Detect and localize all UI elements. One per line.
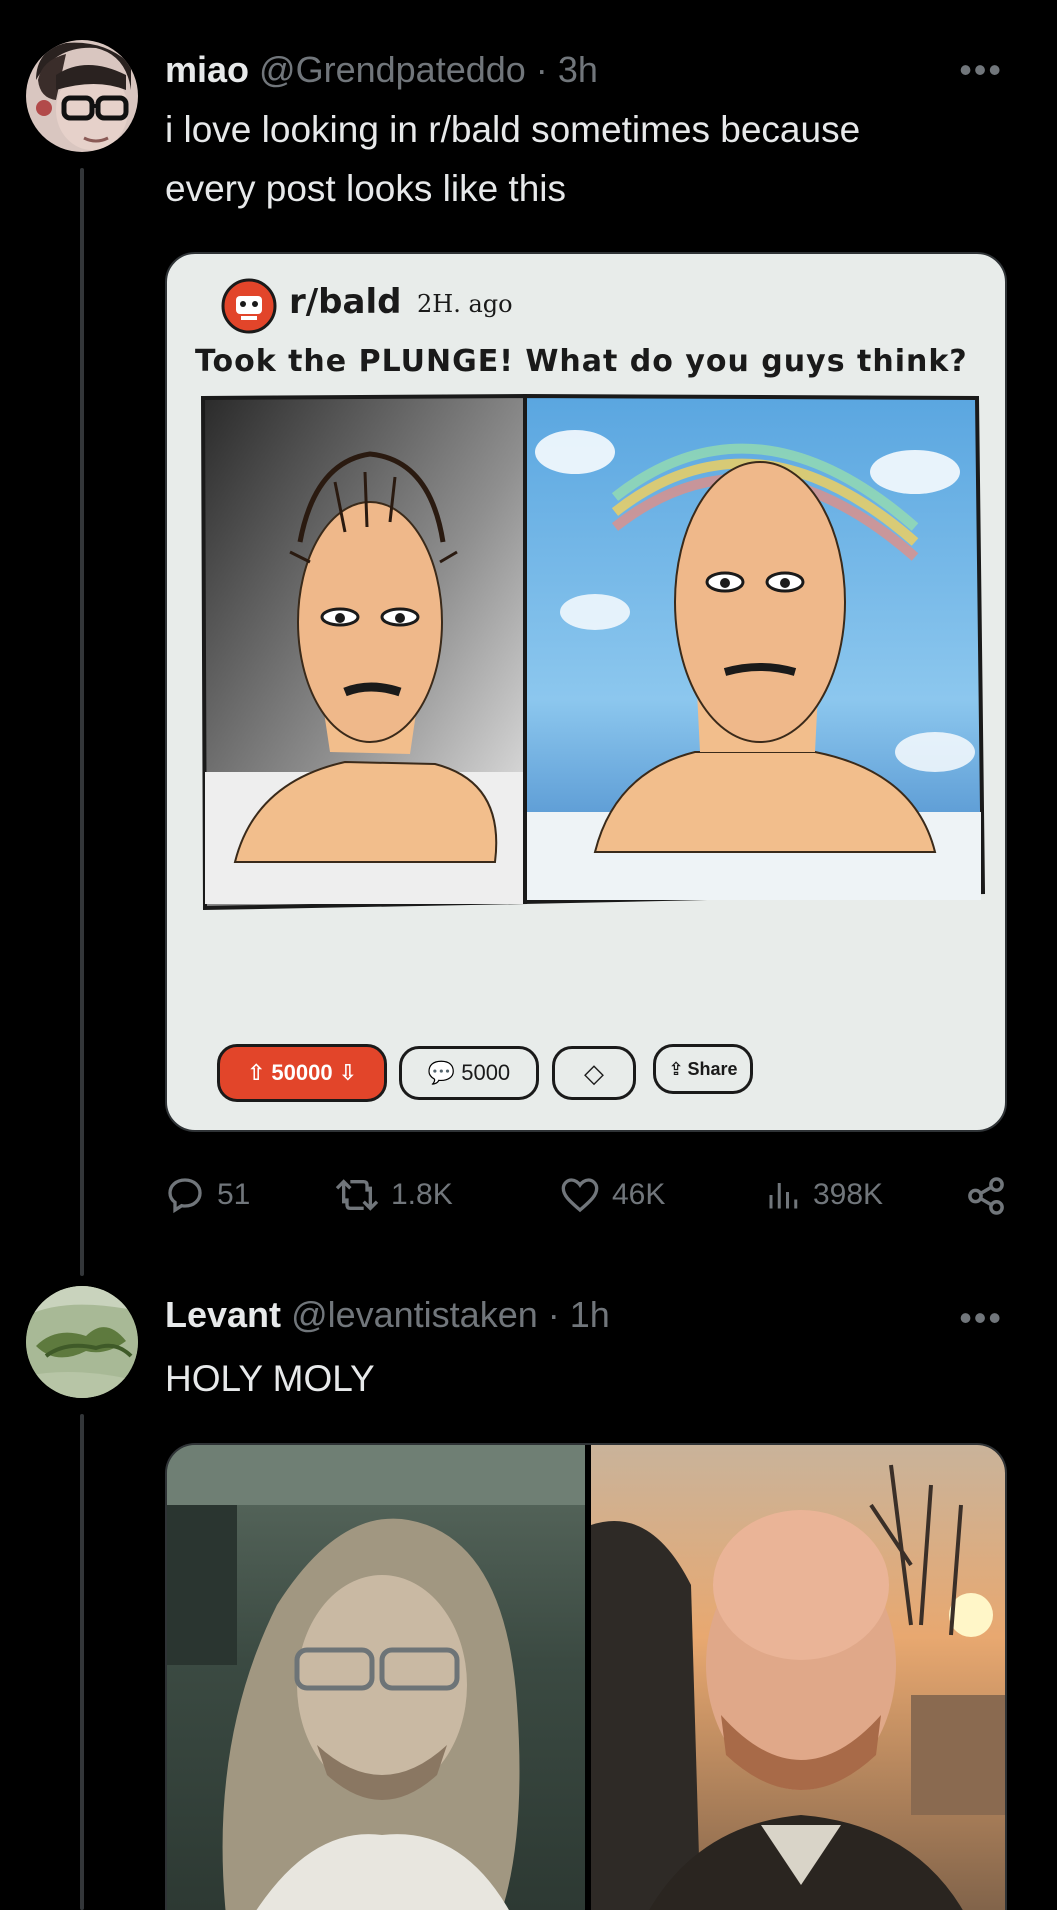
views-button[interactable]: 398K: [765, 1175, 883, 1215]
tweet-action-bar: 51 1.8K 46K 398K: [165, 1175, 1007, 1225]
reply-button[interactable]: 51: [165, 1175, 250, 1215]
comic-vote-button: ⇧ 50000 ⇩: [217, 1044, 387, 1102]
comic-award-button: ◇: [552, 1046, 636, 1100]
retweet-button[interactable]: 1.8K: [335, 1175, 453, 1215]
author-handle[interactable]: @Grendpateddo: [259, 49, 526, 90]
share-arrow-icon: ⇪: [668, 1058, 684, 1079]
tweet-image-comic[interactable]: r/bald 2H. ago Took the PLUNGE! What do …: [165, 252, 1007, 1132]
comment-bubble-icon: 💬: [427, 1060, 456, 1085]
author-handle-levant[interactable]: @levantistaken: [291, 1294, 538, 1335]
photo-left-long-hair[interactable]: [167, 1445, 585, 1910]
author-name[interactable]: miao: [165, 49, 249, 90]
separator-dot-levant: ·: [547, 1294, 560, 1335]
downvote-icon: ⇩: [338, 1060, 358, 1085]
like-count: 46K: [612, 1178, 666, 1211]
view-count: 398K: [813, 1178, 884, 1211]
more-icon[interactable]: •••: [959, 52, 1003, 88]
comic-comment-button: 💬 5000: [399, 1046, 539, 1100]
more-icon-levant[interactable]: •••: [959, 1300, 1003, 1336]
subreddit-icon: [221, 278, 277, 334]
timestamp[interactable]: 3h: [558, 49, 598, 90]
tweet-header: miao @Grendpateddo · 3h: [165, 48, 598, 92]
comic-share-button: ⇪ Share: [653, 1044, 753, 1094]
tweet-text-levant: HOLY MOLY: [165, 1349, 1015, 1408]
heart-icon: [561, 1178, 599, 1213]
separator-dot: ·: [535, 49, 548, 90]
author-name-levant[interactable]: Levant: [165, 1294, 281, 1335]
tweet-text-line-2: every post looks like this: [165, 168, 567, 209]
retweet-count: 1.8K: [391, 1178, 453, 1211]
retweet-icon: [335, 1179, 379, 1211]
tweet-photo-grid: [165, 1443, 1007, 1910]
comic-subreddit: r/bald: [289, 282, 402, 322]
photo-right-bald[interactable]: [591, 1445, 1005, 1910]
comic-caption: Took the PLUNGE! What do you guys think?: [195, 344, 968, 379]
upvote-icon: ⇧: [246, 1060, 266, 1085]
thread-line-1: [80, 168, 84, 1276]
comic-panels: [200, 393, 985, 911]
tweet-text: i love looking in r/bald sometimes becau…: [165, 100, 1015, 218]
tweet-header-levant: Levant @levantistaken · 1h: [165, 1293, 610, 1337]
avatar-levant[interactable]: [26, 1286, 138, 1398]
reply-icon: [168, 1178, 202, 1214]
comic-post-age: 2H. ago: [417, 290, 513, 318]
thread-line-2: [80, 1414, 84, 1910]
avatar[interactable]: [26, 40, 138, 152]
timestamp-levant[interactable]: 1h: [570, 1294, 610, 1335]
award-diamond-icon: ◇: [584, 1057, 604, 1088]
tweet-text-levant-line: HOLY MOLY: [165, 1358, 375, 1399]
share-button[interactable]: [965, 1175, 1019, 1217]
comic-comment-count: 5000: [461, 1060, 511, 1085]
share-icon: [968, 1177, 1004, 1215]
views-chart-icon: [769, 1183, 798, 1209]
reply-count: 51: [217, 1178, 251, 1211]
tweet-text-line-1: i love looking in r/bald sometimes becau…: [165, 109, 861, 150]
like-button[interactable]: 46K: [560, 1175, 665, 1215]
comic-vote-count: 50000: [271, 1060, 333, 1085]
comic-share-label: Share: [687, 1058, 738, 1079]
